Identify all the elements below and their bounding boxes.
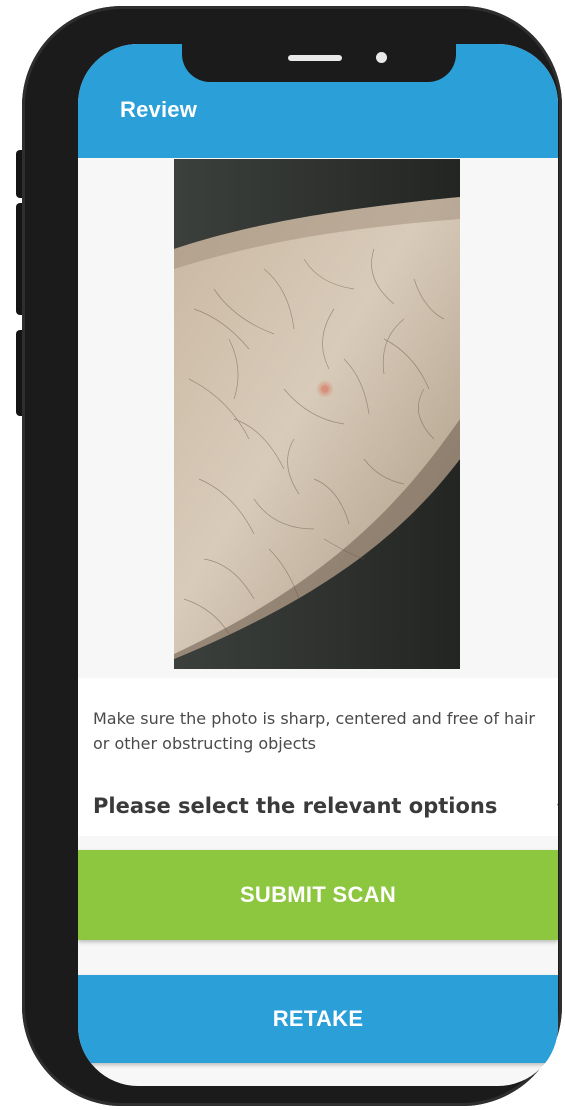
skin-photo xyxy=(174,159,460,669)
options-select[interactable]: Please select the relevant options ▾ xyxy=(93,790,558,826)
speaker-grille xyxy=(288,55,342,61)
page-title: Review xyxy=(120,97,198,122)
options-select-label: Please select the relevant options xyxy=(93,794,498,818)
device-mockup: Review Make sure the photo is sharp, cen… xyxy=(0,0,565,1110)
phone-frame: Review Make sure the photo is sharp, cen… xyxy=(22,6,562,1106)
chevron-down-icon: ▾ xyxy=(557,798,558,815)
front-camera xyxy=(376,52,387,63)
photo-hint-text: Make sure the photo is sharp, centered a… xyxy=(93,709,536,753)
submit-scan-button[interactable]: SUBMIT SCAN xyxy=(78,850,558,940)
instructions-card: Make sure the photo is sharp, centered a… xyxy=(78,678,558,836)
device-notch xyxy=(182,44,456,82)
retake-button[interactable]: RETAKE xyxy=(78,975,558,1063)
app-screen: Review Make sure the photo is sharp, cen… xyxy=(78,44,558,1086)
